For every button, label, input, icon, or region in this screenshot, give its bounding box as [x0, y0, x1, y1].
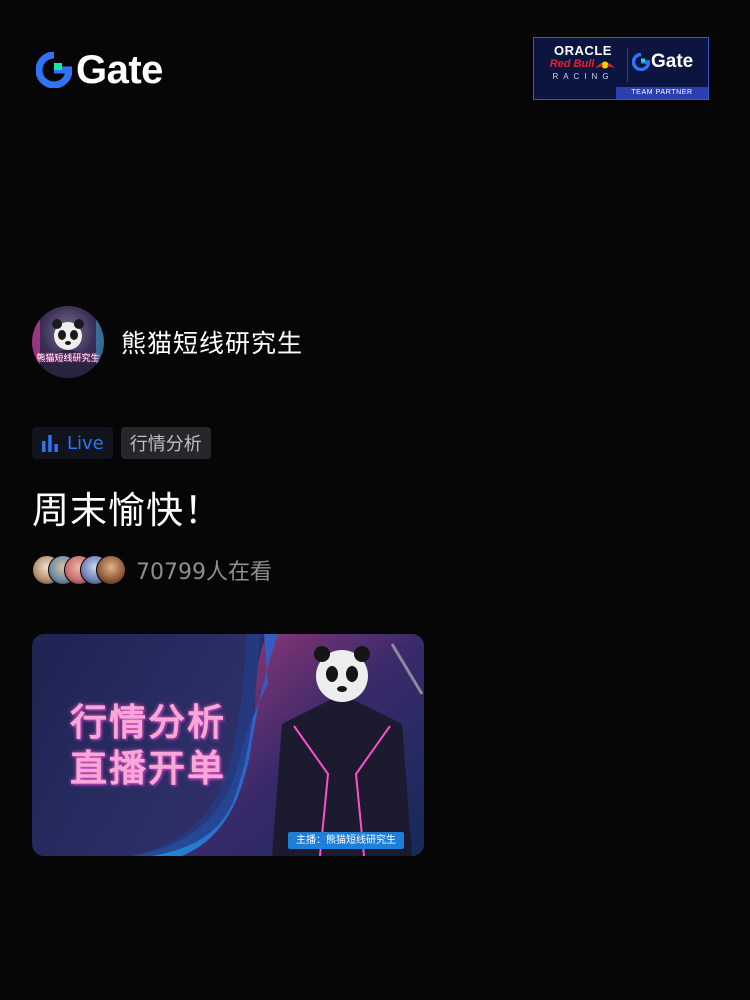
partner-oracle-text: ORACLE	[554, 43, 612, 58]
cover-line-1: 行情分析	[70, 701, 226, 744]
live-stream-share-page: Gate ORACLE Red Bull RACING Gate TEAM PA…	[0, 0, 750, 1000]
viewer-count: 70799人在看	[136, 560, 272, 585]
streamer-name[interactable]: 熊猫短线研究生	[121, 324, 303, 360]
team-partner-label: TEAM PARTNER	[616, 87, 708, 99]
category-tag[interactable]: 行情分析	[120, 427, 211, 459]
live-bars-icon	[42, 435, 58, 452]
stream-title: 周末愉快！	[32, 489, 222, 532]
gate-small-icon	[632, 53, 650, 71]
oracle-redbull-mark: ORACLE Red Bull RACING	[544, 44, 622, 82]
streamer-info[interactable]: 熊猫短线研究生 熊猫短线研究生	[32, 306, 303, 378]
partner-redbull-text: Red Bull	[544, 58, 622, 71]
viewer-stats: 70799人在看	[32, 552, 272, 588]
live-badge: Live	[32, 427, 113, 459]
viewer-avatar	[96, 555, 126, 585]
avatar-caption: 熊猫短线研究生	[36, 354, 100, 364]
gate-logo: Gate	[36, 48, 163, 92]
cover-line-2: 直播开单	[70, 747, 226, 790]
stream-cover-thumbnail[interactable]: 行情分析 直播开单 主播：熊猫短线研究生	[32, 634, 424, 856]
panda-avatar-icon	[32, 306, 104, 378]
stream-tags: Live 行情分析	[32, 427, 211, 459]
live-label: Live	[67, 432, 104, 454]
cover-host-label: 主播：熊猫短线研究生	[288, 832, 404, 849]
streamer-avatar[interactable]: 熊猫短线研究生	[32, 306, 104, 378]
partner-gate-text: Gate	[651, 51, 694, 72]
gate-logo-icon	[36, 52, 72, 88]
partner-divider	[627, 48, 628, 82]
redbull-bulls-icon	[595, 61, 616, 68]
partner-gate-mark: Gate	[632, 51, 693, 73]
partner-racing-text: RACING	[552, 72, 614, 81]
team-partner-badge: ORACLE Red Bull RACING Gate TEAM PARTNER	[533, 37, 709, 100]
viewer-avatar-stack	[32, 554, 128, 586]
logo-text: Gate	[76, 48, 163, 92]
cover-headline: 行情分析 直播开单	[70, 700, 226, 792]
